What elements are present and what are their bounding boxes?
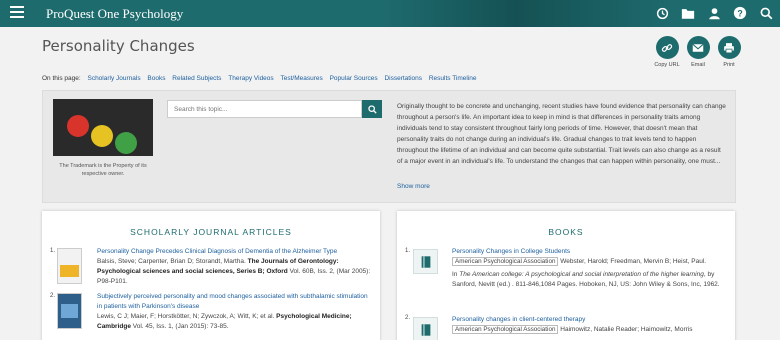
books-card: BOOKS 1. Personality Changes in College …: [397, 211, 735, 340]
journal-details: Vol. 45, Iss. 1, (Jan 2015): 73-85.: [132, 323, 229, 330]
nav-link-scholarly-journals[interactable]: Scholarly Journals: [87, 75, 140, 82]
happy-face-icon: [115, 132, 137, 154]
journal-item: Personality Change Precedes Clinical Dia…: [97, 247, 372, 287]
nav-link-test-measures[interactable]: Test/Measures: [280, 75, 322, 82]
nav-link-related-subjects[interactable]: Related Subjects: [172, 75, 221, 82]
print-label: Print: [723, 62, 735, 68]
nav-link-therapy-videos[interactable]: Therapy Videos: [228, 75, 273, 82]
topic-summary: Originally thought to be concrete and un…: [397, 103, 726, 165]
book-icon[interactable]: [413, 249, 438, 274]
journal-item-number: 1.: [50, 248, 56, 254]
email-label: Email: [691, 62, 705, 68]
email-button[interactable]: Email: [686, 36, 710, 68]
journal-authors: Lewis, C J; Maier, F; Horstkötter, N; Zy…: [97, 313, 275, 320]
folder-icon[interactable]: [680, 5, 696, 21]
search-icon[interactable]: [758, 5, 774, 21]
book-icon[interactable]: [413, 317, 438, 340]
book-title-link[interactable]: Personality Changes in College Students: [452, 248, 570, 255]
book-item-number: 2.: [405, 315, 411, 321]
nav-link-books[interactable]: Books: [147, 75, 165, 82]
link-icon: [655, 36, 679, 59]
book-item-number: 1.: [405, 248, 411, 254]
copy-url-label: Copy URL: [654, 62, 680, 68]
journals-heading: SCHOLARLY JOURNAL ARTICLES: [130, 227, 292, 237]
topic-overview-panel: The Trademark is the Property of its res…: [42, 90, 736, 203]
book-parent-title: The American college: A psychological an…: [459, 271, 704, 278]
print-button[interactable]: Print: [717, 36, 741, 68]
help-icon[interactable]: ?: [732, 5, 748, 21]
book-authors: Webster, Harold; Freedman, Mervin B; Hei…: [560, 258, 707, 265]
topic-search-button[interactable]: [362, 100, 382, 118]
journal-title-link[interactable]: Personality Change Precedes Clinical Dia…: [97, 248, 337, 255]
page-title: Personality Changes: [42, 37, 195, 55]
journal-item: Subjectively perceived personality and m…: [97, 292, 372, 332]
brand-title[interactable]: ProQuest One Psychology: [46, 6, 183, 22]
neutral-face-icon: [91, 125, 113, 147]
journal-authors: Balsis, Steve; Carpenter, Brian D; Stora…: [97, 258, 246, 265]
journal-title-link[interactable]: Subjectively perceived personality and m…: [97, 293, 368, 310]
book-item: Personality Changes in College Students …: [452, 247, 728, 290]
journal-cover-thumbnail[interactable]: [57, 248, 82, 284]
journal-cover-thumbnail[interactable]: [57, 293, 82, 329]
topic-search: [167, 100, 382, 118]
publisher-tag: American Psychological Association: [452, 257, 559, 266]
book-in-prefix: In: [452, 271, 458, 278]
svg-text:?: ?: [737, 9, 742, 19]
show-more-link[interactable]: Show more: [397, 183, 430, 190]
topic-search-input[interactable]: [167, 100, 362, 118]
scholarly-journals-card: SCHOLARLY JOURNAL ARTICLES 1. Personalit…: [42, 211, 380, 340]
topic-image: [53, 99, 153, 156]
books-heading: BOOKS: [548, 227, 584, 237]
publisher-tag: American Psychological Association: [452, 325, 559, 334]
top-bar-shade: [380, 0, 680, 27]
nav-link-dissertations[interactable]: Dissertations: [384, 75, 422, 82]
book-item: Personality changes in client-centered t…: [452, 315, 728, 335]
email-icon: [686, 36, 710, 59]
sad-face-icon: [67, 115, 89, 137]
print-icon: [717, 36, 741, 59]
book-authors: Haimowitz, Natalie Reader; Haimowitz, Mo…: [560, 326, 693, 333]
on-this-page-label: On this page:: [42, 75, 81, 82]
menu-icon[interactable]: [10, 6, 24, 20]
book-title-link[interactable]: Personality changes in client-centered t…: [452, 316, 585, 323]
copy-url-button[interactable]: Copy URL: [654, 36, 680, 68]
on-this-page-nav: On this page: Scholarly Journals Books R…: [42, 75, 477, 82]
journal-item-number: 2.: [50, 293, 56, 299]
top-icons: ?: [654, 5, 774, 21]
nav-link-results-timeline[interactable]: Results Timeline: [429, 75, 477, 82]
page-actions: Copy URL Email Print: [654, 36, 741, 68]
image-caption: The Trademark is the Property of its res…: [59, 163, 147, 177]
nav-link-popular-sources[interactable]: Popular Sources: [330, 75, 378, 82]
top-bar: ProQuest One Psychology ?: [0, 0, 780, 27]
history-icon[interactable]: [654, 5, 670, 21]
user-icon[interactable]: [706, 5, 722, 21]
